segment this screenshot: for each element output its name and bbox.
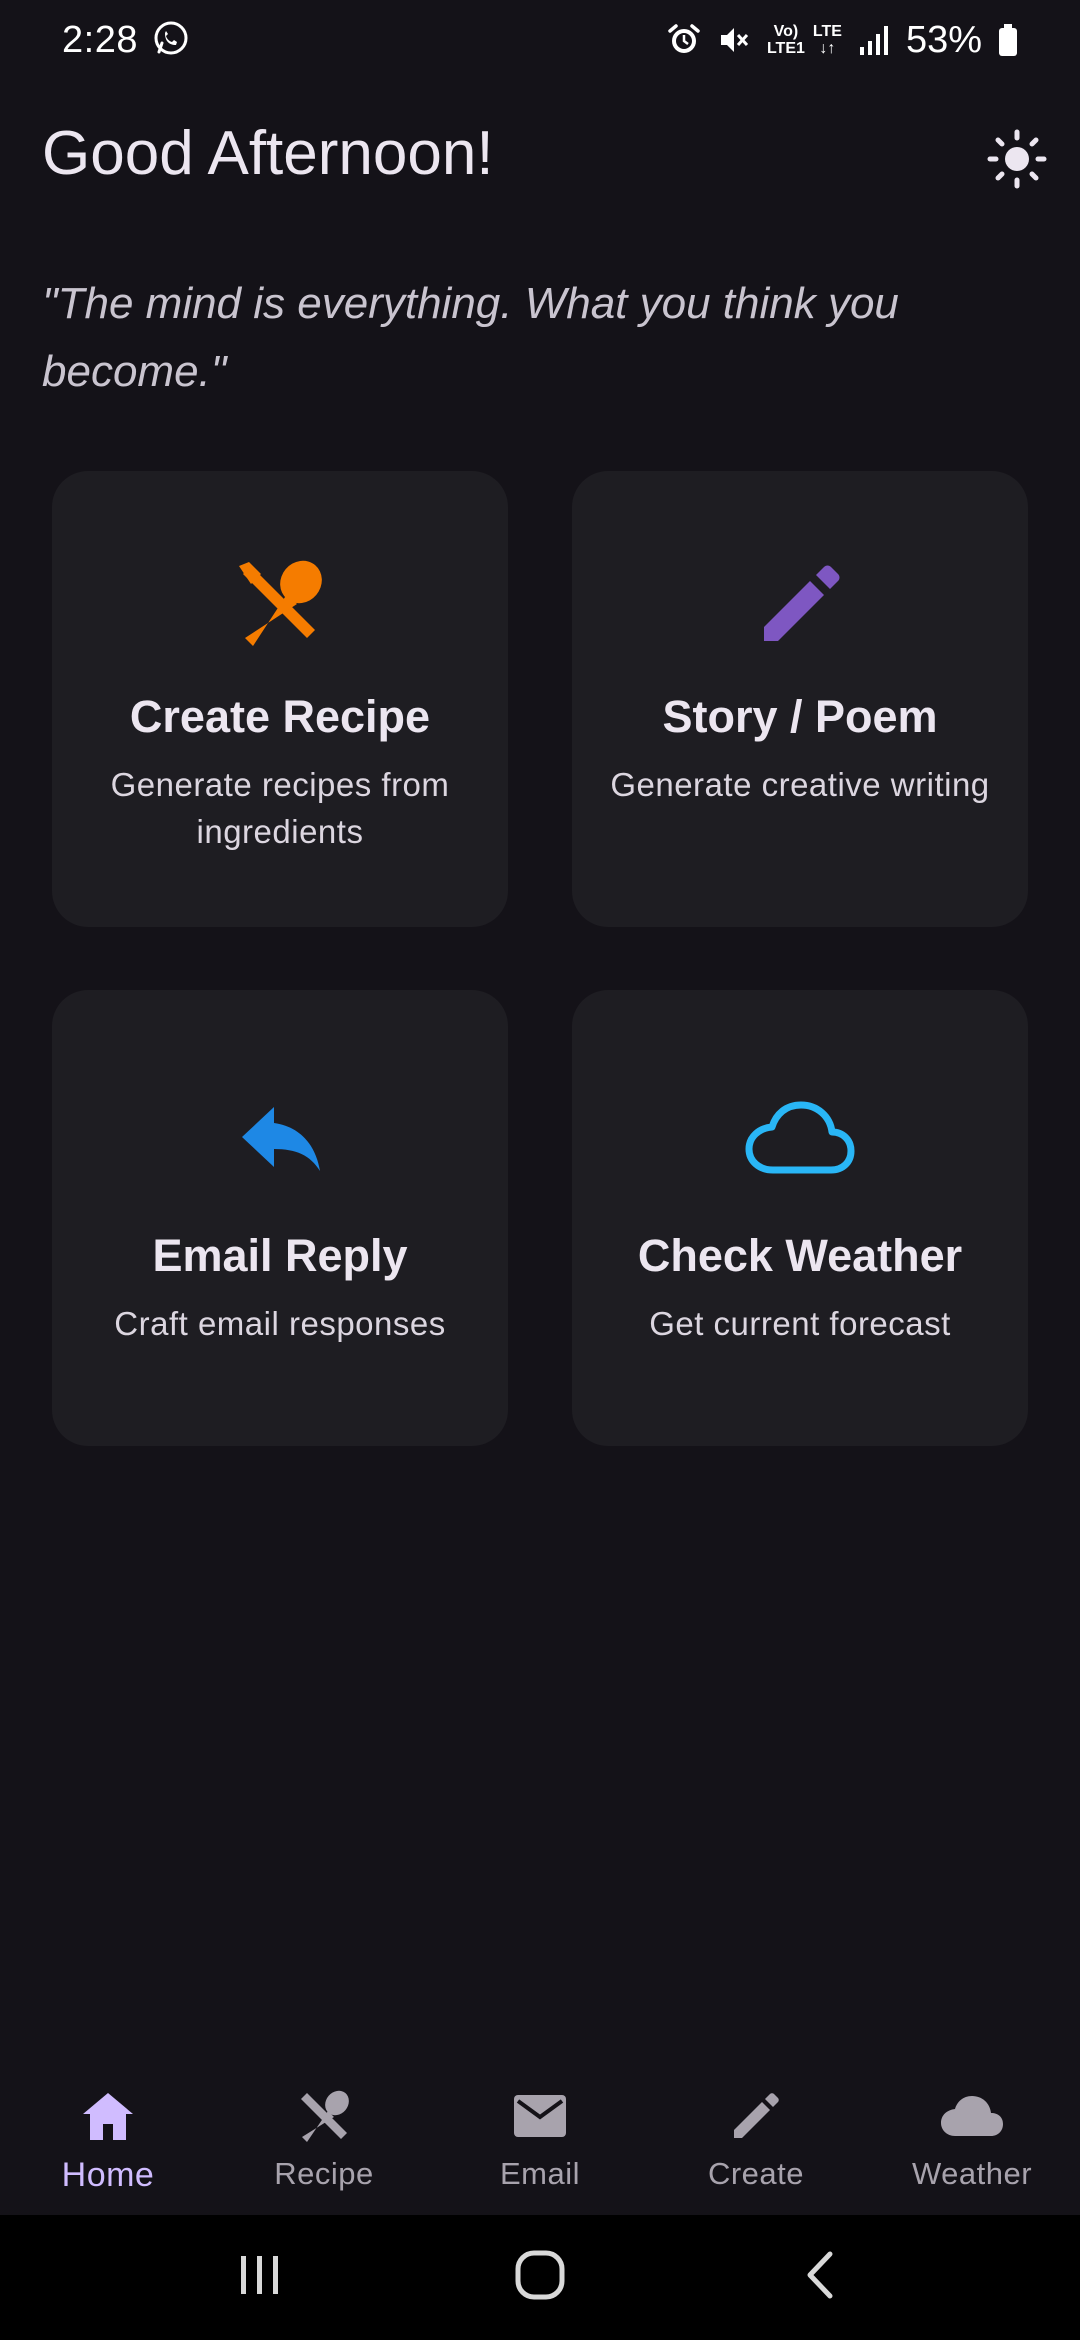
card-description: Craft email responses — [114, 1305, 446, 1342]
mute-icon — [717, 23, 751, 57]
card-description: Get current forecast — [649, 1305, 951, 1342]
recents-button[interactable] — [200, 2228, 320, 2328]
reply-icon — [238, 1088, 322, 1188]
nav-label: Create — [707, 2156, 805, 2191]
card-title: Email Reply — [152, 1230, 408, 1281]
create-recipe-card[interactable]: Create Recipe Generate recipes from ingr… — [52, 471, 508, 927]
utensils-icon — [235, 553, 325, 653]
bottom-navigation: Home Recipe Email Create Weather — [0, 2060, 1080, 2215]
home-button-icon — [514, 2249, 566, 2306]
check-weather-card[interactable]: Check Weather Get current forecast — [572, 990, 1028, 1446]
card-description: Generate creative writing — [610, 766, 990, 803]
nav-item-weather[interactable]: Weather — [872, 2084, 1072, 2192]
pencil-icon — [730, 2084, 782, 2148]
battery-icon — [998, 23, 1018, 57]
lte1-label: LTE1 — [766, 40, 805, 57]
cloud-icon — [939, 2084, 1005, 2148]
back-button[interactable] — [760, 2228, 880, 2328]
mail-icon — [512, 2084, 568, 2148]
home-screen: 2:28 Vo) LTE1 LTE ↓↑ 53% Good Afternoon!… — [0, 0, 1080, 2340]
nav-item-create[interactable]: Create — [656, 2084, 856, 2192]
theme-toggle-button[interactable] — [980, 124, 1054, 198]
back-icon — [800, 2250, 840, 2305]
lte-label: LTE — [812, 23, 842, 40]
nav-item-home[interactable]: Home — [8, 2084, 208, 2195]
card-title: Check Weather — [637, 1230, 963, 1281]
email-reply-card[interactable]: Email Reply Craft email responses — [52, 990, 508, 1446]
nav-label: Home — [61, 2156, 155, 2194]
nav-item-email[interactable]: Email — [440, 2084, 640, 2192]
nav-label: Email — [499, 2156, 580, 2191]
network-type: Vo) LTE1 LTE ↓↑ — [767, 23, 842, 57]
status-bar: 2:28 Vo) LTE1 LTE ↓↑ 53% — [0, 0, 1080, 80]
system-navigation-bar — [0, 2215, 1080, 2340]
signal-icon — [858, 23, 890, 57]
utensils-icon — [297, 2084, 351, 2148]
nav-item-recipe[interactable]: Recipe — [224, 2084, 424, 2192]
nav-label: Recipe — [274, 2156, 374, 2191]
alarm-icon — [667, 23, 701, 57]
nav-label: Weather — [911, 2156, 1033, 2191]
status-left: 2:28 — [62, 19, 190, 62]
story-poem-card[interactable]: Story / Poem Generate creative writing — [572, 471, 1028, 927]
cloud-icon — [745, 1088, 855, 1188]
battery-percent: 53% — [905, 18, 982, 61]
card-title: Create Recipe — [129, 691, 431, 742]
volte-label: Vo) — [773, 23, 799, 40]
quote-text: "The mind is everything. What you think … — [42, 279, 899, 396]
data-arrows: ↓↑ — [819, 40, 836, 57]
pencil-icon — [758, 553, 842, 653]
card-description: Generate recipes from ingredients — [110, 766, 450, 850]
home-button[interactable] — [480, 2228, 600, 2328]
status-time: 2:28 — [62, 18, 138, 61]
recents-icon — [235, 2252, 285, 2303]
home-icon — [80, 2084, 136, 2148]
sun-icon — [987, 129, 1047, 194]
greeting-title: Good Afternoon! — [42, 119, 494, 188]
whatsapp-icon — [152, 19, 190, 62]
status-right: Vo) LTE1 LTE ↓↑ 53% — [667, 19, 1018, 62]
card-title: Story / Poem — [662, 691, 938, 742]
